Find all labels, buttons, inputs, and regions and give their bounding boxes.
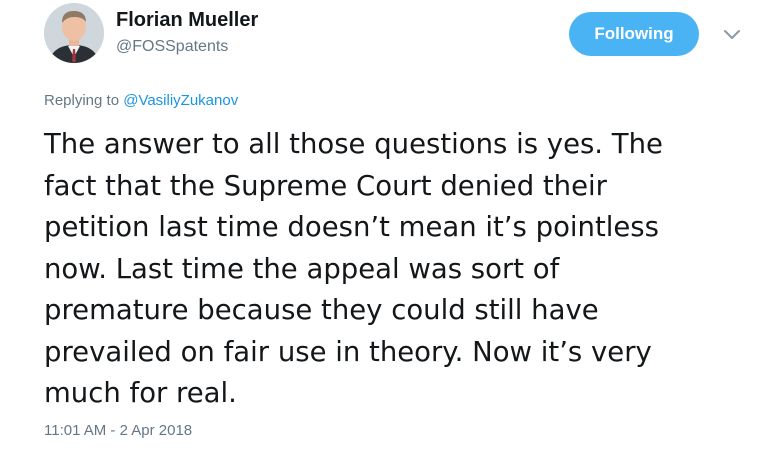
tweet-text-line: The answer to all those questions is yes… <box>44 128 663 160</box>
tweet-text-line: prevailed on fair use in theory. Now it’… <box>44 335 652 368</box>
following-button[interactable]: Following <box>569 12 699 56</box>
replying-to-label: Replying to <box>44 92 120 109</box>
reply-handle-link[interactable]: @VasiliyZukanov <box>123 92 238 109</box>
author-handle[interactable]: @FOSSpatents <box>116 38 228 56</box>
replying-to-line: Replying to @VasiliyZukanov <box>44 92 238 109</box>
tweet-text-line: fact that the Supreme Court denied their <box>44 169 607 202</box>
avatar-image <box>44 3 104 63</box>
tweet-card: Florian Mueller @FOSSpatents Following R… <box>0 0 784 456</box>
tweet-text-line: now. Last time the appeal was sort of <box>44 252 560 285</box>
tweet-text-line: petition last time doesn’t mean it’s poi… <box>44 211 659 243</box>
tweet-text: The answer to all those questions is yes… <box>44 124 744 415</box>
tweet-text-line: premature because they could still have <box>44 294 599 326</box>
tweet-timestamp[interactable]: 11:01 AM - 2 Apr 2018 <box>44 422 192 439</box>
tweet-text-line: much for real. <box>44 377 237 409</box>
chevron-down-icon[interactable] <box>720 22 744 46</box>
author-name[interactable]: Florian Mueller <box>116 9 258 32</box>
author-avatar[interactable] <box>44 3 104 63</box>
